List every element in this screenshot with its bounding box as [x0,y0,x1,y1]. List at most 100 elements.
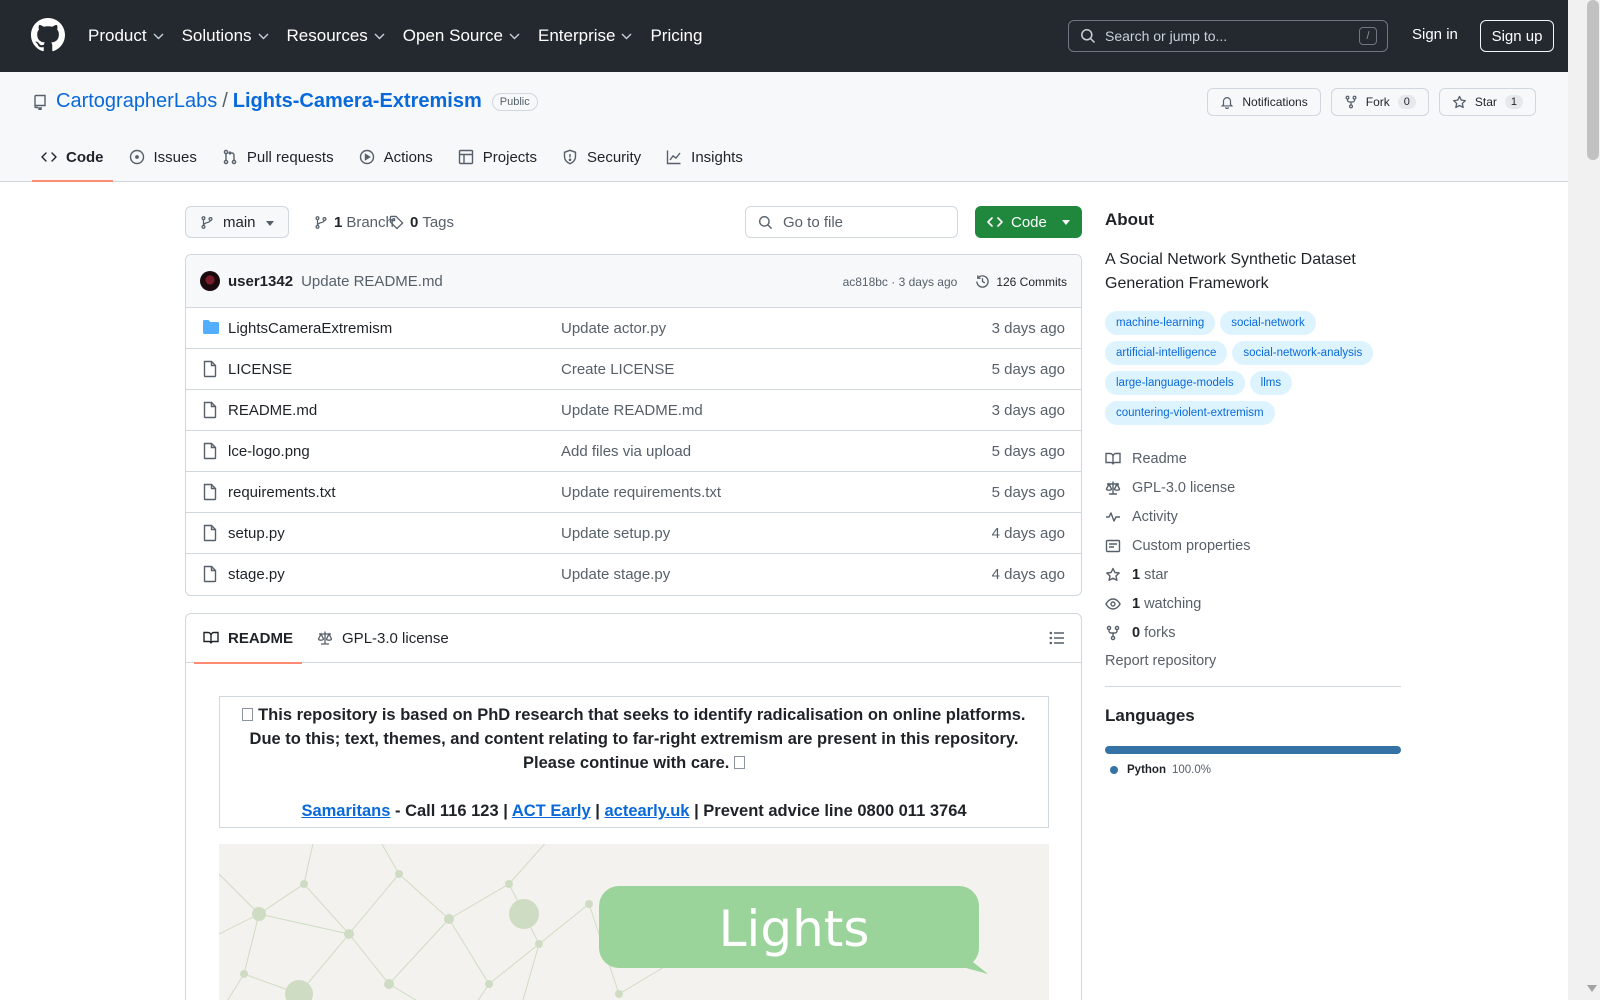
about-item-custom-properties[interactable]: Custom properties [1105,531,1401,560]
language-item[interactable]: Python 100.0% [1105,764,1401,776]
nav-product[interactable]: Product [88,26,164,46]
topic-tag[interactable]: countering-violent-extremism [1105,401,1275,425]
file-commit-message-link[interactable]: Update README.md [561,402,703,419]
topic-tag[interactable]: social-network [1220,311,1316,335]
branch-selector[interactable]: main [185,206,289,238]
file-name-link[interactable]: requirements.txt [228,484,336,501]
commit-sha-time[interactable]: ac818bc · 3 days ago [843,275,958,289]
tab-projects[interactable]: Projects [449,133,546,181]
pull-request-icon [223,149,237,165]
repo-owner-link[interactable]: CartographerLabs [56,90,217,113]
language-bar [1105,746,1401,754]
file-name-link[interactable]: LightsCameraExtremism [228,320,392,337]
sign-up-button[interactable]: Sign up [1480,20,1554,52]
tags-link[interactable]: 0 Tags [389,206,454,238]
scrollbar-thumb[interactable] [1587,0,1599,160]
table-icon [458,149,473,165]
file-icon [203,565,217,583]
tab-readme[interactable]: README [194,614,303,664]
file-icon [203,401,217,419]
topic-tag[interactable]: large-language-models [1105,371,1245,395]
about-item-readme[interactable]: Readme [1105,444,1401,473]
file-name-link[interactable]: LICENSE [228,361,292,378]
file-commit-message-link[interactable]: Update stage.py [561,566,670,583]
file-commit-time: 5 days ago [991,483,1065,501]
about-item-count: 0 [1132,624,1141,641]
about-item-watching[interactable]: 1 watching [1105,589,1401,618]
branches-link[interactable]: 1 Branch [314,206,394,238]
list-toc-icon[interactable] [1049,630,1065,646]
nav-resources[interactable]: Resources [287,26,385,46]
table-row[interactable]: LICENSE Create LICENSE 5 days ago [186,349,1081,390]
file-name-link[interactable]: setup.py [228,525,285,542]
topic-tag[interactable]: machine-learning [1105,311,1216,335]
about-item-star[interactable]: 1 star [1105,560,1401,589]
notifications-button[interactable]: Notifications [1207,88,1321,116]
table-row[interactable]: lce-logo.png Add files via upload 5 days a… [186,431,1081,472]
topic-tag[interactable]: artificial-intelligence [1105,341,1228,365]
about-item-gpl-3-0-license[interactable]: GPL-3.0 license [1105,473,1401,502]
actearly-uk-link[interactable]: actearly.uk [604,802,689,820]
samaritans-link[interactable]: Samaritans [301,802,390,820]
report-repository-link[interactable]: Report repository [1105,653,1401,669]
table-row[interactable]: LightsCameraExtremism Update actor.py 3 da… [186,308,1081,349]
fork-button[interactable]: Fork 0 [1330,88,1429,116]
nav-solutions[interactable]: Solutions [182,26,269,46]
about-item-forks[interactable]: 0 forks [1105,618,1401,647]
file-name-link[interactable]: README.md [228,402,317,419]
network-background-graphic: Lights [219,844,988,1000]
tab-readme-label: README [228,629,294,647]
nav-enterprise[interactable]: Enterprise [538,26,632,46]
scroll-down-arrow-icon[interactable] [1587,985,1597,993]
table-row[interactable]: requirements.txt Update requirements.txt 5… [186,472,1081,513]
star-count: 1 [1504,95,1523,109]
file-commit-time: 5 days ago [991,360,1065,378]
file-name-link[interactable]: stage.py [228,566,285,583]
go-to-file-input[interactable]: Go to file [745,206,958,238]
branch-name: main [223,213,256,231]
nav-pricing[interactable]: Pricing [650,26,702,46]
repo-path-separator: / [222,90,228,112]
tab-issues[interactable]: Issues [120,133,206,181]
topic-tag[interactable]: social-network-analysis [1232,341,1374,365]
file-commit-message-link[interactable]: Update actor.py [561,320,666,337]
about-item-activity[interactable]: Activity [1105,502,1401,531]
commit-author-link[interactable]: user1342 [228,273,293,290]
about-item-label: Activity [1132,508,1178,525]
folder-icon [203,320,219,334]
tab-insights[interactable]: Insights [657,133,752,181]
commit-message-link[interactable]: Update README.md [301,273,443,290]
tab-license[interactable]: GPL-3.0 license [308,614,458,663]
star-button[interactable]: Star 1 [1438,88,1536,116]
file-toolbar: main 1 Branch 0 Tags Go to file Code [185,206,1082,238]
avatar[interactable] [200,271,220,291]
sidebar-divider [1105,686,1401,687]
tab-actions[interactable]: Actions [350,133,442,181]
table-row[interactable]: README.md Update README.md 3 days ago [186,390,1081,431]
nav-open-source[interactable]: Open Source [403,26,520,46]
sign-in-link[interactable]: Sign in [1412,26,1458,43]
code-dropdown-button[interactable]: Code [975,206,1082,238]
file-commit-message-link[interactable]: Add files via upload [561,443,691,460]
file-name-link[interactable]: lce-logo.png [228,443,310,460]
about-item-label: star [1144,566,1169,583]
about-item-count: 1 [1132,566,1141,583]
git-branch-icon [315,215,327,229]
file-commit-message-link[interactable]: Create LICENSE [561,361,674,378]
act-early-link[interactable]: ACT Early [512,802,591,820]
file-commit-message-link[interactable]: Update setup.py [561,525,670,542]
nav-label: Enterprise [537,26,616,45]
global-search-input[interactable]: Search or jump to... / [1068,20,1388,52]
table-row[interactable]: stage.py Update stage.py 4 days ago [186,554,1081,595]
global-nav: Product Solutions Resources Open Source Ente… [88,0,720,72]
commits-history-link[interactable]: 126 Commits [975,274,1067,289]
tab-pull-requests[interactable]: Pull requests [213,133,343,181]
github-logo-icon[interactable] [31,18,65,52]
tab-code[interactable]: Code [32,133,113,182]
tab-security[interactable]: Security [553,133,650,181]
history-icon [976,275,990,288]
topic-tag[interactable]: llms [1249,371,1293,395]
file-commit-message-link[interactable]: Update requirements.txt [561,484,721,501]
table-row[interactable]: setup.py Update setup.py 4 days ago [186,513,1081,554]
repo-name-link[interactable]: Lights-Camera-Extremism [233,90,482,113]
